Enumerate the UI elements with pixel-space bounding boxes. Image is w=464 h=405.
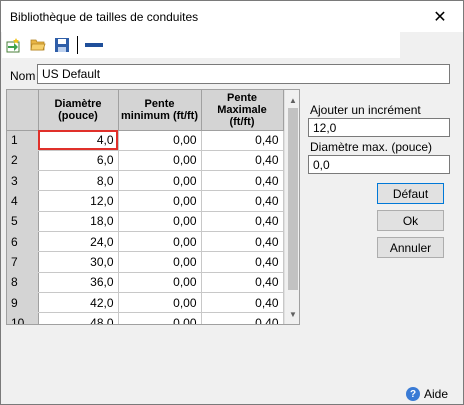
max-diameter-input[interactable] [308, 155, 450, 174]
min-slope-cell[interactable]: 0,00 [118, 211, 202, 232]
min-slope-cell[interactable]: 0,00 [118, 312, 202, 324]
close-icon: ✕ [433, 8, 447, 26]
min-slope-cell[interactable]: 0,00 [118, 170, 202, 192]
row-number: 10 [7, 312, 39, 324]
max-slope-cell[interactable]: 0,40 [201, 170, 284, 192]
help-icon: ? [406, 387, 420, 401]
diameter-cell[interactable]: 30,0 [38, 251, 119, 273]
row-number: 4 [7, 190, 39, 212]
diameter-cell[interactable]: 42,0 [38, 292, 119, 314]
toolbar-separator [77, 36, 78, 54]
diameter-cell[interactable]: 12,0 [38, 190, 119, 212]
row-number: 8 [7, 272, 39, 293]
scrollbar-thumb[interactable] [288, 108, 298, 290]
max-slope-cell[interactable]: 0,40 [201, 130, 284, 151]
import-icon[interactable] [6, 37, 22, 53]
min-slope-cell[interactable]: 0,00 [118, 292, 202, 314]
title-bar: Bibliothèque de tailles de conduites ✕ [1, 1, 463, 32]
max-slope-cell[interactable]: 0,40 [201, 190, 284, 212]
min-slope-cell[interactable]: 0,00 [118, 190, 202, 212]
max-diameter-label: Diamètre max. (pouce) [310, 140, 433, 154]
row-number: 3 [7, 170, 39, 192]
size-grid: Diamètre (pouce) Pente minimum (ft/ft) P… [7, 90, 284, 324]
open-folder-icon[interactable] [30, 37, 46, 53]
row-number: 7 [7, 251, 39, 273]
table-row[interactable]: 6 24,0 0,00 0,40 [7, 231, 284, 253]
table-row[interactable]: 10 48,0 0,00 0,40 [7, 312, 284, 324]
table-row[interactable]: 9 42,0 0,00 0,40 [7, 292, 284, 314]
default-button[interactable]: Défaut [377, 183, 444, 204]
max-slope-cell[interactable]: 0,40 [201, 312, 284, 324]
scroll-up-arrow-icon[interactable]: ▲ [285, 92, 299, 108]
row-number: 6 [7, 231, 39, 253]
row-number: 1 [7, 130, 39, 151]
save-icon[interactable] [54, 37, 70, 53]
diameter-cell[interactable]: 8,0 [38, 170, 119, 192]
min-slope-cell[interactable]: 0,00 [118, 150, 202, 172]
scroll-down-arrow-icon[interactable]: ▼ [285, 306, 299, 322]
table-row[interactable]: 3 8,0 0,00 0,40 [7, 170, 284, 192]
help-link[interactable]: ? Aide [406, 387, 448, 401]
diameter-cell[interactable]: 18,0 [38, 211, 119, 232]
max-slope-cell[interactable]: 0,40 [201, 272, 284, 293]
table-row[interactable]: 1 4,0 0,00 0,40 [7, 130, 284, 151]
help-label: Aide [424, 387, 449, 401]
max-slope-cell[interactable]: 0,40 [201, 211, 284, 232]
toolbar [2, 32, 400, 58]
diameter-cell[interactable]: 36,0 [38, 272, 119, 293]
remove-row-icon[interactable] [84, 37, 104, 53]
diameter-cell[interactable]: 6,0 [38, 150, 119, 172]
table-row[interactable]: 7 30,0 0,00 0,40 [7, 251, 284, 273]
max-slope-cell[interactable]: 0,40 [201, 150, 284, 172]
diameter-cell[interactable]: 24,0 [38, 231, 119, 253]
header-corner [7, 90, 39, 131]
ok-button[interactable]: Ok [377, 210, 444, 231]
increment-input[interactable] [308, 118, 450, 137]
table-header-row: Diamètre (pouce) Pente minimum (ft/ft) P… [7, 90, 284, 131]
column-header-max-slope[interactable]: Pente Maximale (ft/ft) [201, 90, 284, 131]
name-input[interactable] [37, 64, 450, 84]
close-button[interactable]: ✕ [417, 1, 463, 32]
pipe-size-library-dialog: Bibliothèque de tailles de conduites ✕ N… [0, 0, 464, 405]
window-title: Bibliothèque de tailles de conduites [10, 10, 199, 24]
column-header-min-slope[interactable]: Pente minimum (ft/ft) [118, 90, 202, 131]
min-slope-cell[interactable]: 0,00 [118, 251, 202, 273]
row-number: 5 [7, 211, 39, 232]
diameter-cell[interactable]: 48,0 [38, 312, 119, 324]
max-slope-cell[interactable]: 0,40 [201, 251, 284, 273]
row-number: 9 [7, 292, 39, 314]
row-number: 2 [7, 150, 39, 172]
table-row[interactable]: 5 18,0 0,00 0,40 [7, 211, 284, 232]
table-row[interactable]: 4 12,0 0,00 0,40 [7, 190, 284, 212]
size-table: Diamètre (pouce) Pente minimum (ft/ft) P… [6, 89, 300, 325]
table-vertical-scrollbar[interactable]: ▲ ▼ [284, 90, 299, 324]
name-label: Nom [10, 69, 36, 83]
diameter-cell[interactable]: 4,0 [38, 130, 119, 151]
max-slope-cell[interactable]: 0,40 [201, 231, 284, 253]
table-row[interactable]: 2 6,0 0,00 0,40 [7, 150, 284, 172]
min-slope-cell[interactable]: 0,00 [118, 130, 202, 151]
max-slope-cell[interactable]: 0,40 [201, 292, 284, 314]
cancel-button[interactable]: Annuler [377, 237, 444, 258]
table-row[interactable]: 8 36,0 0,00 0,40 [7, 272, 284, 293]
min-slope-cell[interactable]: 0,00 [118, 231, 202, 253]
min-slope-cell[interactable]: 0,00 [118, 272, 202, 293]
column-header-diameter[interactable]: Diamètre (pouce) [38, 90, 119, 131]
